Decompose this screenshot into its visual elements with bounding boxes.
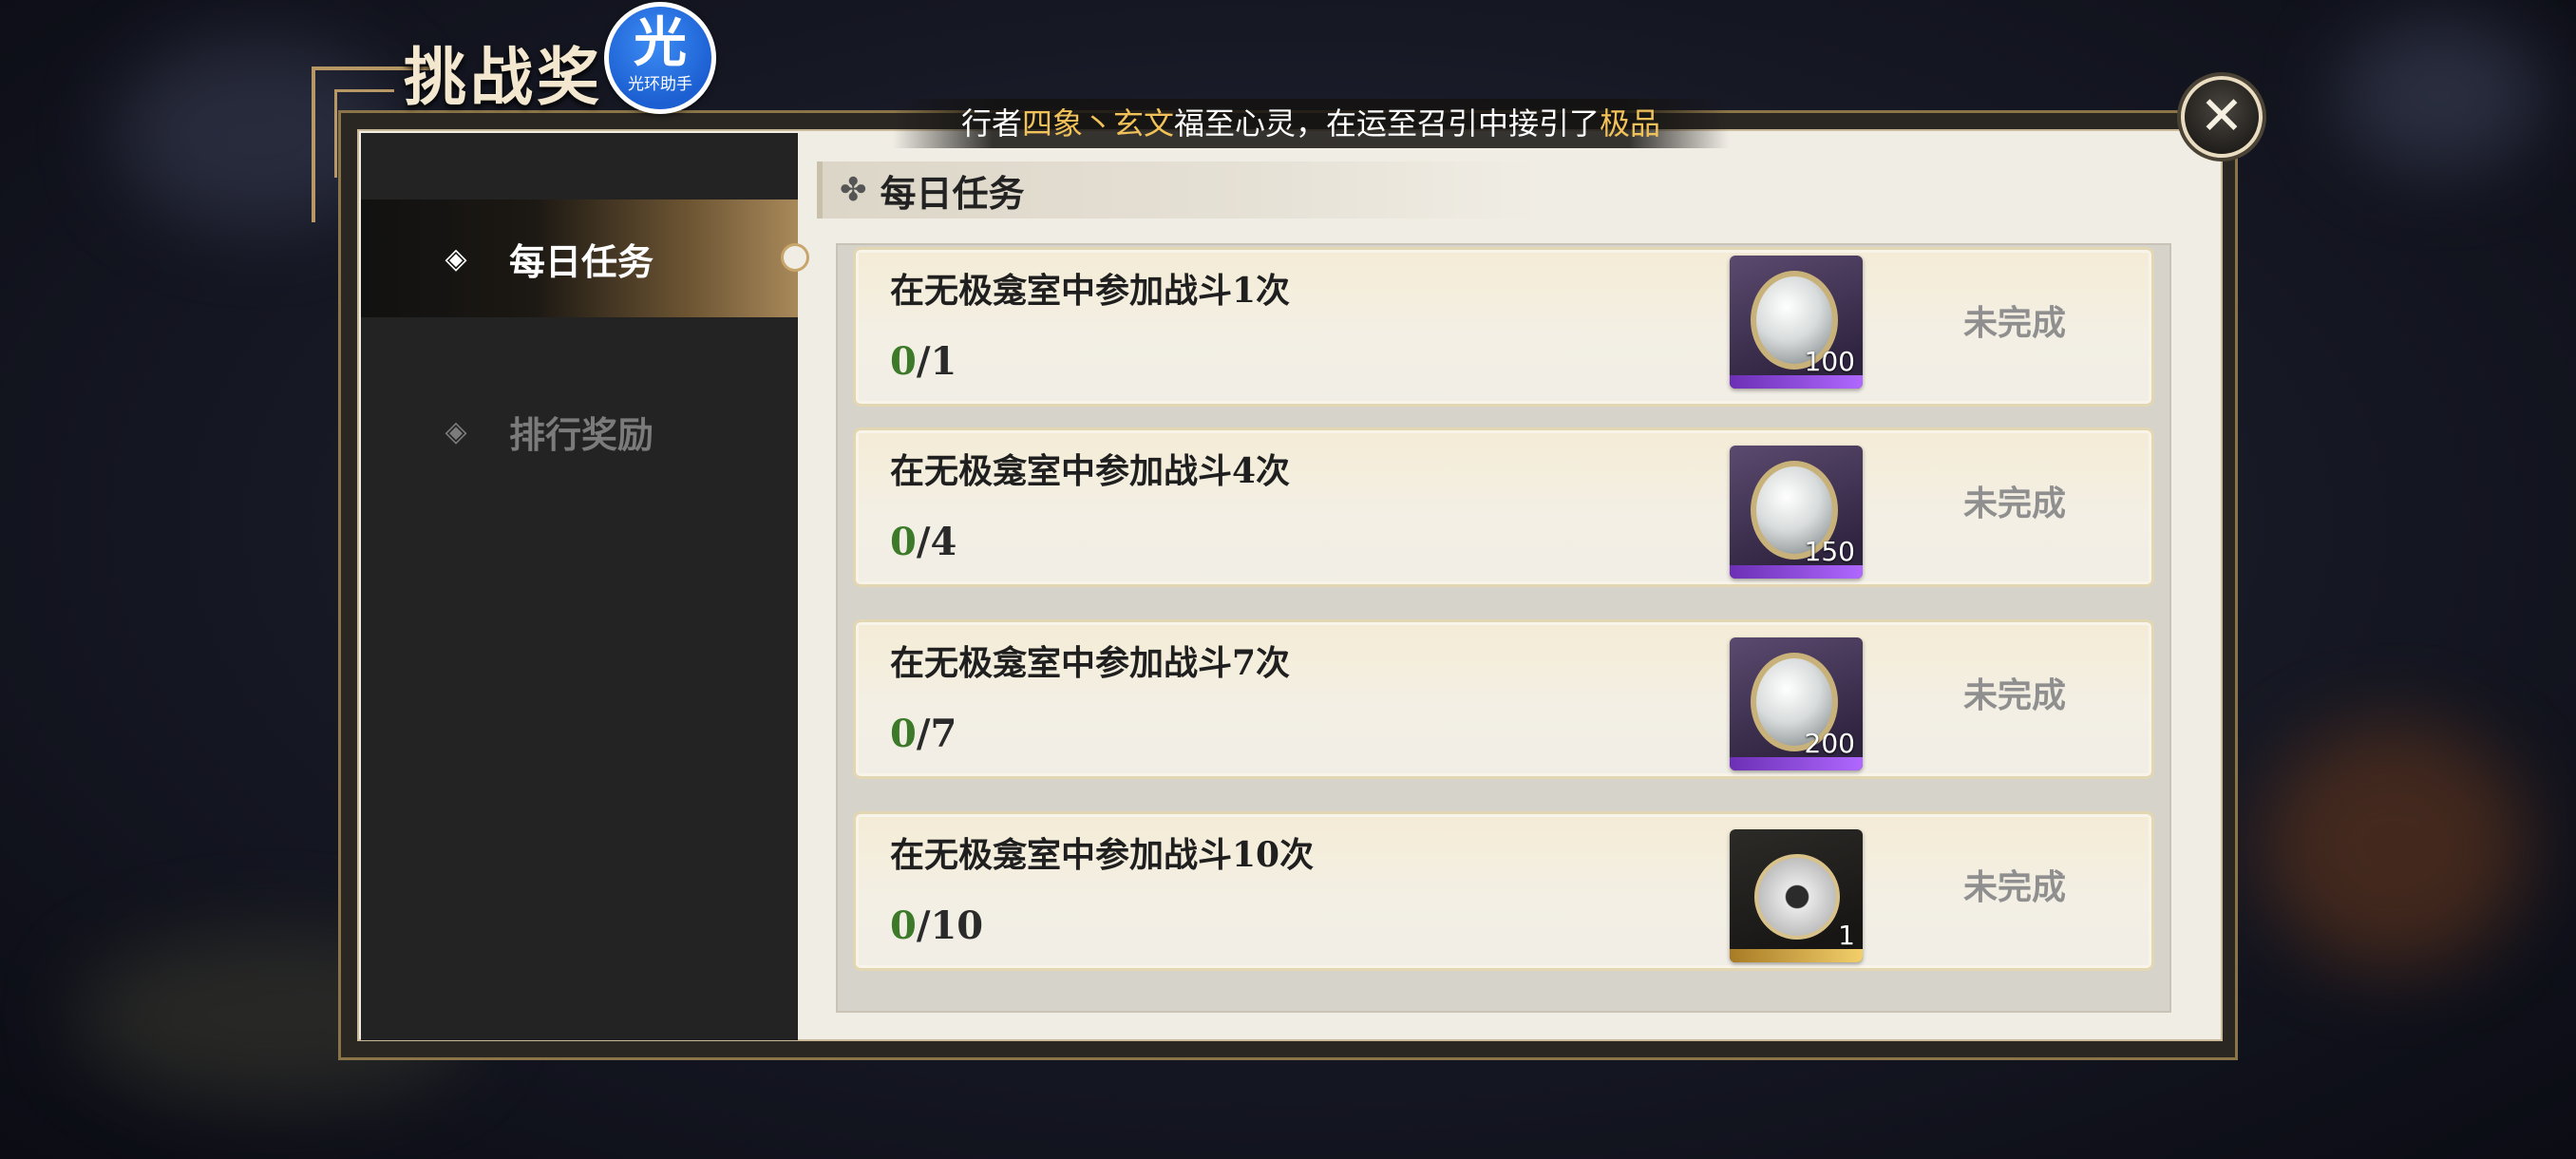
progress-total: /4 [916,520,957,564]
reward-item[interactable]: 200 [1730,637,1863,770]
task-row: 在无极龛室中参加战斗10次 0/10 1 未完成 [853,811,2154,971]
task-progress: 0/7 [890,712,957,756]
flower-icon: ✤ [840,171,867,209]
task-name: 在无极龛室中参加战斗1次 [890,271,1291,311]
sidebar-item-label: 排行奖励 [509,412,654,456]
badge-label: 光环助手 [628,75,692,94]
rarity-bar [1730,375,1863,389]
task-progress: 0/1 [890,339,957,384]
reward-count: 100 [1804,346,1855,377]
reward-item[interactable]: 100 [1730,256,1863,389]
reward-count: 150 [1804,536,1855,567]
marquee-item: 极品 [1600,105,1661,142]
page-title: 挑战奖 [404,40,603,114]
reward-count: 200 [1804,728,1855,759]
task-row: 在无极龛室中参加战斗7次 0/7 200 未完成 [853,619,2154,779]
reward-item[interactable]: 1 [1730,829,1863,962]
task-status: 未完成 [1963,867,2067,907]
diamond-icon: ◈ [445,414,467,448]
sidebar-item-label: 每日任务 [509,239,654,283]
diamond-icon: ◈ [445,241,467,276]
task-name: 在无极龛室中参加战斗7次 [890,643,1291,683]
progress-total: /7 [916,712,957,756]
task-row: 在无极龛室中参加战斗1次 0/1 100 未完成 [853,247,2154,407]
task-status: 未完成 [1963,484,2067,523]
task-name: 在无极龛室中参加战斗10次 [890,835,1315,875]
section-title: 每日任务 [880,171,1025,215]
broadcast-marquee: 行者四象丶玄文福至心灵，在运至召引中接引了极品 [893,99,1729,148]
token-icon [1754,854,1840,940]
task-progress: 0/10 [890,903,983,948]
progress-total: /1 [916,339,957,384]
marquee-prefix: 行者 [960,105,1022,142]
sidebar-item-daily-tasks[interactable]: ◈ 每日任务 [361,200,798,317]
progress-current: 0 [890,520,917,564]
progress-current: 0 [890,712,917,756]
progress-current: 0 [890,339,917,384]
background-blur [2337,19,2546,171]
task-progress: 0/4 [890,520,957,564]
reward-item[interactable]: 150 [1730,446,1863,579]
selection-knob-icon [781,243,809,272]
helper-badge[interactable]: 光 光环助手 [604,2,716,114]
marquee-player-name: 四象丶玄文 [1021,105,1174,142]
section-header: ✤ 每日任务 [817,162,1539,218]
task-row: 在无极龛室中参加战斗4次 0/4 150 未完成 [853,428,2154,587]
task-status: 未完成 [1963,675,2067,715]
reward-count: 1 [1838,920,1855,951]
progress-total: /10 [916,903,984,948]
close-icon: ✕ [2199,86,2245,147]
rarity-bar [1730,757,1863,770]
close-button[interactable]: ✕ [2181,76,2263,158]
task-name: 在无极龛室中参加战斗4次 [890,451,1291,491]
marquee-middle: 福至心灵，在运至召引中接引了 [1174,105,1601,142]
badge-glyph: 光 [634,12,687,74]
rarity-bar [1730,949,1863,962]
rarity-bar [1730,565,1863,579]
background-blur [2261,722,2527,969]
progress-current: 0 [890,903,917,948]
task-status: 未完成 [1963,303,2067,343]
sidebar-item-rank-rewards[interactable]: ◈ 排行奖励 [361,372,798,490]
